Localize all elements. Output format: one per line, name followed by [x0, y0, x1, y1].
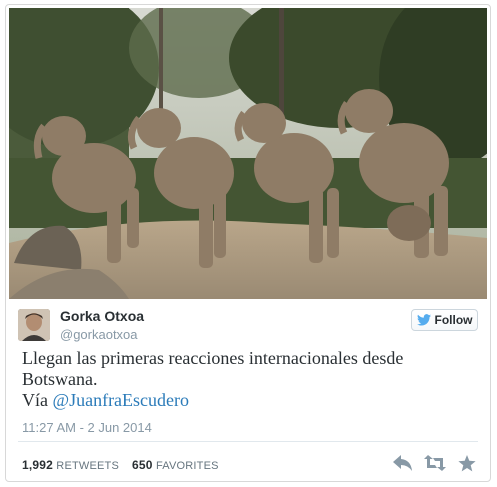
favorites-count: 650: [132, 458, 153, 472]
favorites-stat[interactable]: 650 FAVORITES: [132, 458, 219, 472]
retweets-stat[interactable]: 1,992 RETWEETS: [22, 458, 120, 472]
star-icon[interactable]: [456, 453, 478, 473]
retweet-icon[interactable]: [424, 453, 446, 473]
tweet-text-line2: Botswana.: [22, 369, 98, 389]
tweet-text-line1: Llegan las primeras reacciones internaci…: [22, 348, 404, 368]
tweet-card: Gorka Otxoa @gorkaotxoa Follow Llegan la…: [5, 4, 491, 482]
follow-button[interactable]: Follow: [411, 309, 478, 331]
tweet-timestamp[interactable]: 11:27 AM - 2 Jun 2014: [22, 420, 152, 435]
tweet-text: Llegan las primeras reacciones internaci…: [22, 348, 482, 411]
retweets-count: 1,992: [22, 458, 54, 472]
mention-link[interactable]: @JuanfraEscudero: [53, 390, 190, 410]
reply-icon[interactable]: [392, 453, 414, 473]
tweet-actions: [392, 453, 478, 473]
tweet-photo[interactable]: [9, 8, 487, 299]
divider: [18, 441, 478, 442]
author-handle[interactable]: @gorkaotxoa: [60, 327, 138, 342]
tweet-text-line3: Vía @JuanfraEscudero: [22, 390, 482, 411]
author-name[interactable]: Gorka Otxoa: [60, 308, 144, 324]
follow-label: Follow: [434, 313, 473, 327]
tweet-stats: 1,992 RETWEETS 650 FAVORITES: [22, 458, 219, 472]
tweet-author: Gorka Otxoa @gorkaotxoa Follow: [18, 305, 478, 345]
twitter-bird-icon: [416, 314, 431, 326]
favorites-label: FAVORITES: [155, 460, 219, 472]
avatar[interactable]: [18, 309, 50, 341]
elephants-photo: [9, 8, 487, 299]
via-text: Vía: [22, 390, 53, 410]
avatar-image: [18, 309, 50, 341]
retweets-label: RETWEETS: [56, 460, 120, 472]
